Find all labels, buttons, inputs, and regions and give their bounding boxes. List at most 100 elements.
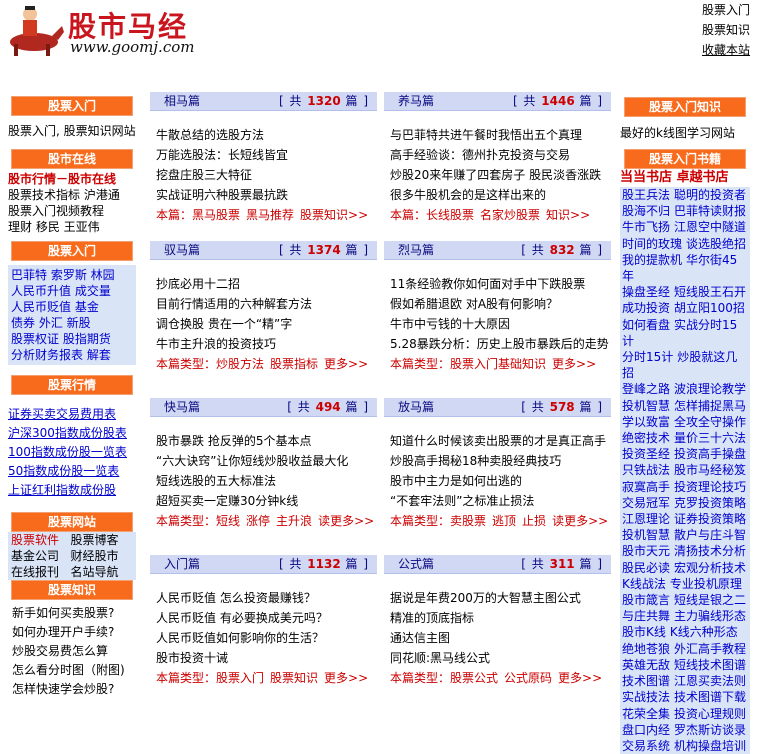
article-link[interactable]: 知道什么时候该卖出股票的才是真正高手 bbox=[390, 431, 611, 451]
section-name[interactable]: 快马篇 bbox=[164, 398, 200, 416]
hs300-link[interactable]: 沪深300指数成份股表 bbox=[8, 424, 136, 443]
book-link[interactable]: K线战法 bbox=[622, 577, 666, 591]
book-link[interactable]: 江恩理论 bbox=[622, 512, 670, 526]
book-link[interactable]: 我的提款机 bbox=[622, 253, 682, 267]
article-link[interactable]: “不套牢法则”之标准止损法 bbox=[390, 491, 611, 511]
book-link[interactable]: 分时15计 bbox=[622, 350, 673, 364]
book-link[interactable]: 短线股王石开 bbox=[674, 285, 746, 299]
book-link[interactable]: 交易冠军 bbox=[622, 496, 670, 510]
book-link[interactable]: 主力骗线形态 bbox=[674, 609, 746, 623]
book-link[interactable]: 谈选股绝招 bbox=[686, 237, 746, 251]
footer-link[interactable]: 读更多>> bbox=[552, 514, 608, 528]
article-link[interactable]: 炒股高手揭秘18种卖股经典技巧 bbox=[390, 451, 611, 471]
bookstore-links[interactable]: 当当书店 卓越书店 bbox=[620, 170, 750, 186]
left-link-line[interactable]: 股票技术指标 沪港通 bbox=[8, 187, 136, 203]
top-link-bookmark[interactable]: 收藏本站 bbox=[702, 40, 750, 60]
book-link[interactable]: 与庄共舞 bbox=[622, 609, 670, 623]
book-link[interactable]: 如何看盘 bbox=[622, 318, 670, 332]
footer-link[interactable]: 涨停 bbox=[246, 514, 270, 528]
book-link[interactable]: 技术图谱 bbox=[622, 674, 670, 688]
article-link[interactable]: “六大诀窍”让你短线炒股收益最大化 bbox=[156, 451, 377, 471]
book-link[interactable]: 交易系统 bbox=[622, 739, 670, 753]
book-link[interactable]: 投机智慧 bbox=[622, 528, 670, 542]
footer-link[interactable]: 更多>> bbox=[558, 671, 602, 685]
article-link[interactable]: 与巴菲特共进午餐时我悟出五个真理 bbox=[390, 125, 611, 145]
faq-link[interactable]: 怎么看分时图（附图) bbox=[12, 661, 136, 680]
left-section-text-1[interactable]: 股票入门, 股票知识网站 bbox=[8, 122, 136, 140]
section-name[interactable]: 放马篇 bbox=[398, 398, 434, 416]
section-name[interactable]: 驭马篇 bbox=[164, 241, 200, 259]
footer-link[interactable]: 股票知识>> bbox=[300, 208, 368, 222]
book-link[interactable]: 股王兵法 bbox=[622, 188, 670, 202]
book-link[interactable]: K线六种形态 bbox=[670, 625, 738, 639]
book-link[interactable]: 聪明的投资者 bbox=[674, 188, 746, 202]
index100-link[interactable]: 100指数成份股一览表 bbox=[8, 443, 136, 462]
book-link[interactable]: 怎样捕捉黑马 bbox=[674, 399, 746, 413]
book-link[interactable]: 牛市飞扬 bbox=[622, 220, 670, 234]
left-link-line[interactable]: 债券 外汇 新股 bbox=[11, 315, 136, 331]
newspaper-link[interactable]: 在线报刊 bbox=[11, 565, 59, 579]
article-link[interactable]: 超短买卖一定赚30分钟k线 bbox=[156, 491, 377, 511]
book-link[interactable]: 波浪理论教学 bbox=[674, 382, 746, 396]
faq-link[interactable]: 怎样快速学会炒股? bbox=[12, 680, 136, 699]
book-link[interactable]: 技术图谱下载 bbox=[674, 690, 746, 704]
section-name[interactable]: 公式篇 bbox=[398, 555, 434, 573]
left-link-line[interactable]: 股票权证 股指期货 bbox=[11, 331, 136, 347]
book-link[interactable]: 登峰之路 bbox=[622, 382, 670, 396]
book-link[interactable]: 投资圣经 bbox=[622, 447, 670, 461]
fund-link[interactable]: 基金公司 bbox=[11, 549, 59, 563]
footer-link[interactable]: 黑马股票 bbox=[192, 208, 240, 222]
footer-link[interactable]: 更多>> bbox=[552, 357, 596, 371]
book-link[interactable]: 全攻全守操作 bbox=[674, 415, 746, 429]
book-link[interactable]: 绝地苍狼 bbox=[622, 642, 670, 656]
article-link[interactable]: 股市投资十诫 bbox=[156, 648, 377, 668]
book-link[interactable]: 投资理论技巧 bbox=[674, 480, 746, 494]
dividend-index-link[interactable]: 上证红利指数成份股 bbox=[8, 481, 136, 500]
footer-link[interactable]: 名家炒股票 bbox=[480, 208, 540, 222]
book-link[interactable]: 股市天元 bbox=[622, 544, 670, 558]
book-link[interactable]: 克罗投资策略 bbox=[674, 496, 746, 510]
book-link[interactable]: 花荣全集 bbox=[622, 707, 670, 721]
fee-table-link[interactable]: 证券买卖交易费用表 bbox=[8, 405, 136, 424]
blog-link[interactable]: 股票博客 bbox=[70, 533, 118, 547]
book-link[interactable]: 散户与庄斗智 bbox=[674, 528, 746, 542]
finance-link[interactable]: 财经股市 bbox=[70, 549, 118, 563]
book-link[interactable]: 操盘圣经 bbox=[622, 285, 670, 299]
nav-link[interactable]: 名站导航 bbox=[70, 565, 118, 579]
article-link[interactable]: 精准的顶底指标 bbox=[390, 608, 611, 628]
article-link[interactable]: 通达信主图 bbox=[390, 628, 611, 648]
article-link[interactable]: 万能选股法：长短线皆宜 bbox=[156, 145, 377, 165]
book-link[interactable]: 只铁战法 bbox=[622, 463, 670, 477]
footer-link[interactable]: 更多>> bbox=[324, 357, 368, 371]
footer-link[interactable]: 长线股票 bbox=[426, 208, 474, 222]
footer-link[interactable]: 黑马推荐 bbox=[246, 208, 294, 222]
book-link[interactable]: 股市K线 bbox=[622, 625, 666, 639]
section-name[interactable]: 烈马篇 bbox=[398, 241, 434, 259]
book-link[interactable]: 机构操盘培训 bbox=[674, 739, 746, 753]
market-online-link[interactable]: 股市行情－股市在线 bbox=[8, 171, 136, 187]
footer-link[interactable]: 股票公式 bbox=[450, 671, 498, 685]
article-link[interactable]: 很多牛股机会的是这样出来的 bbox=[390, 185, 611, 205]
book-link[interactable]: 时间的玫瑰 bbox=[622, 237, 682, 251]
site-logo[interactable]: 股市马经 www.goomj.com bbox=[0, 0, 218, 58]
section-name[interactable]: 入门篇 bbox=[164, 555, 200, 573]
footer-link[interactable]: 卖股票 bbox=[450, 514, 486, 528]
book-link[interactable]: 量价三十六法 bbox=[674, 431, 746, 445]
book-link[interactable]: 投机智慧 bbox=[622, 399, 670, 413]
footer-link[interactable]: 更多>> bbox=[324, 671, 368, 685]
left-link-line[interactable]: 人民币升值 成交量 bbox=[11, 283, 136, 299]
article-link[interactable]: 股市暴跌 抢反弹的5个基本点 bbox=[156, 431, 377, 451]
book-link[interactable]: 证券投资策略 bbox=[674, 512, 746, 526]
book-link[interactable]: 股市箴言 bbox=[622, 593, 670, 607]
book-link[interactable]: 绝密技术 bbox=[622, 431, 670, 445]
footer-link[interactable]: 股票指标 bbox=[270, 357, 318, 371]
book-link[interactable]: 股海不归 bbox=[622, 204, 670, 218]
article-link[interactable]: 短线选股的五大标准法 bbox=[156, 471, 377, 491]
article-link[interactable]: 调仓换股 贵在一个“精”字 bbox=[156, 314, 377, 334]
book-link[interactable]: 宏观分析技术 bbox=[674, 561, 746, 575]
book-link[interactable]: 江恩空中隧道 bbox=[674, 220, 746, 234]
book-link[interactable]: 实战技法 bbox=[622, 690, 670, 704]
left-link-line[interactable]: 理财 移民 王亚伟 bbox=[8, 219, 136, 235]
article-link[interactable]: 5.28暴跌分析：历史上股市暴跌后的走势 bbox=[390, 334, 611, 354]
article-link[interactable]: 人民币贬值 怎么投资最赚钱？ bbox=[156, 588, 377, 608]
